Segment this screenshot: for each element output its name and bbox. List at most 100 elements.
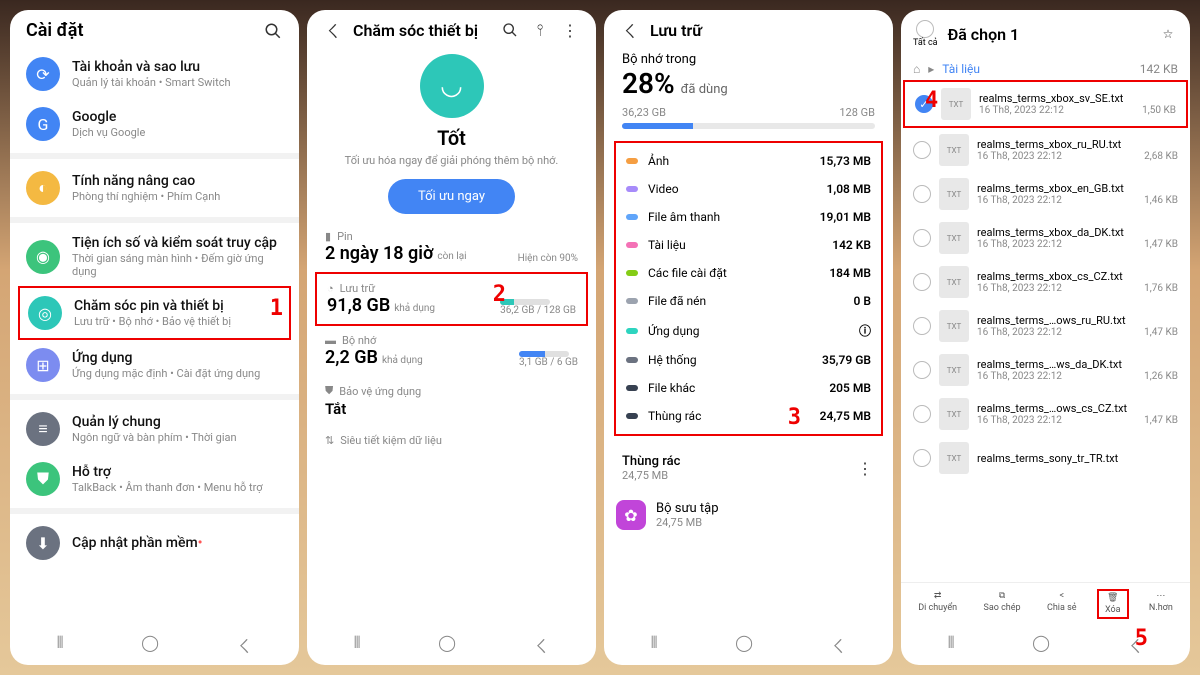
category-row[interactable]: Hệ thống35,79 GB — [622, 346, 875, 374]
more-icon[interactable]: ⋮ — [855, 458, 875, 478]
recents-icon[interactable]: ⦀ — [651, 633, 658, 657]
txt-file-icon: TXT — [939, 266, 969, 298]
file-checkbox[interactable] — [913, 317, 931, 335]
file-checkbox[interactable] — [913, 185, 931, 203]
nav-bar: ⦀ ◯ ㄑ — [10, 625, 299, 665]
data-saver-section[interactable]: ⇅Siêu tiết kiệm dữ liệu — [315, 426, 588, 455]
txt-file-icon: TXT — [939, 354, 969, 386]
file-row[interactable]: ✓TXTrealms_terms_xbox_sv_SE.txt16 Th8, 2… — [903, 80, 1188, 128]
home-icon[interactable]: ◯ — [735, 633, 753, 657]
breadcrumb: ⌂ ▸ Tài liệu 142 KB — [901, 58, 1190, 80]
crumb-link[interactable]: Tài liệu — [942, 62, 980, 76]
settings-item[interactable]: ⛊Hỗ trợTalkBack • Âm thanh đơn • Menu hỗ… — [18, 454, 291, 504]
header: ㄑ Chăm sóc thiết bị ⫯ ⋮ — [307, 10, 596, 48]
back-icon[interactable]: ㄑ — [323, 20, 343, 40]
percent-used: 28% — [622, 67, 675, 100]
category-row[interactable]: File đã nén0 B — [622, 287, 875, 315]
item-icon: ⟳ — [26, 57, 60, 91]
trash-title[interactable]: Thùng rác — [622, 454, 680, 469]
file-row[interactable]: TXTrealms_terms_…ws_da_DK.txt16 Th8, 202… — [903, 348, 1188, 392]
category-row[interactable]: File khác205 MB — [622, 374, 875, 402]
file-row[interactable]: TXTrealms_terms_…ows_ru_RU.txt16 Th8, 20… — [903, 304, 1188, 348]
storage-section[interactable]: ◔Lưu trữ 91,8 GB khả dụng 36,2 GB / 128 … — [315, 272, 588, 326]
txt-file-icon: TXT — [939, 310, 969, 342]
action-n.hơn[interactable]: ⋯N.hơn — [1143, 589, 1179, 619]
annotation-4: 4 — [925, 88, 938, 113]
action-xóa[interactable]: 🗑Xóa — [1097, 589, 1129, 619]
optimize-button[interactable]: Tối ưu ngay — [388, 179, 515, 214]
protect-section[interactable]: ⛊Bảo vệ ứng dụng Tắt — [315, 376, 588, 426]
color-dot — [626, 186, 638, 192]
settings-item[interactable]: GGoogleDịch vụ Google — [18, 99, 291, 149]
settings-item[interactable]: ≡Quản lý chungNgôn ngữ và bàn phím • Thờ… — [18, 404, 291, 454]
settings-item[interactable]: ⟳Tài khoản và sao lưuQuản lý tài khoản •… — [18, 49, 291, 99]
file-row[interactable]: TXTrealms_terms_xbox_cs_CZ.txt16 Th8, 20… — [903, 260, 1188, 304]
shield-icon: ⛊ — [325, 384, 333, 398]
star-icon[interactable]: ☆ — [1158, 24, 1178, 44]
file-checkbox[interactable] — [913, 405, 931, 423]
home-crumb-icon[interactable]: ⌂ — [913, 62, 920, 76]
header: Tất cả Đã chọn 1 ☆ — [901, 10, 1190, 58]
file-row[interactable]: TXTrealms_terms_xbox_da_DK.txt16 Th8, 20… — [903, 216, 1188, 260]
annotation-2: 2 — [493, 282, 506, 307]
item-icon: G — [26, 107, 60, 141]
annotation-5: 5 — [1135, 626, 1148, 651]
back-icon[interactable]: ㄑ — [236, 633, 252, 657]
file-row[interactable]: TXTrealms_terms_…ows_cs_CZ.txt16 Th8, 20… — [903, 392, 1188, 436]
settings-item[interactable]: ◎Chăm sóc pin và thiết bịLưu trữ • Bộ nh… — [18, 286, 291, 340]
storage-bar — [622, 123, 875, 129]
file-checkbox[interactable] — [913, 361, 931, 379]
data-icon: ⇅ — [325, 434, 334, 447]
txt-file-icon: TXT — [939, 222, 969, 254]
collection-item[interactable]: ✿ Bộ sưu tập 24,75 MB — [612, 492, 885, 538]
action-di chuyển[interactable]: ⇄Di chuyển — [912, 589, 963, 619]
back-icon[interactable]: ㄑ — [620, 20, 640, 40]
file-checkbox[interactable] — [913, 273, 931, 291]
file-row[interactable]: TXTrealms_terms_xbox_ru_RU.txt16 Th8, 20… — [903, 128, 1188, 172]
signal-icon[interactable]: ⫯ — [530, 20, 550, 40]
category-row[interactable]: Thùng rác24,75 MB — [622, 402, 875, 430]
recents-icon[interactable]: ⦀ — [948, 633, 955, 657]
category-row[interactable]: Ứng dụngⓘ — [622, 315, 875, 346]
more-icon[interactable]: ⋮ — [560, 20, 580, 40]
settings-item[interactable]: ◐Tính năng nâng caoPhòng thí nghiệm • Ph… — [18, 163, 291, 213]
action-sao chép[interactable]: ⧉Sao chép — [977, 589, 1026, 619]
settings-item[interactable]: ⬇Cập nhật phần mềm• — [18, 518, 291, 568]
category-row[interactable]: Các file cài đặt184 MB — [622, 259, 875, 287]
selection-title: Đã chọn 1 — [948, 25, 1148, 44]
nav-bar: ⦀ ◯ ㄑ — [307, 625, 596, 665]
settings-item[interactable]: ⊞Ứng dụngỨng dụng mặc định • Cài đặt ứng… — [18, 340, 291, 390]
file-row[interactable]: TXTrealms_terms_sony_tr_TR.txt — [903, 436, 1188, 480]
file-checkbox[interactable] — [913, 141, 931, 159]
category-row[interactable]: File âm thanh19,01 MB — [622, 203, 875, 231]
settings-item[interactable]: ◉Tiện ích số và kiểm soát truy cậpThời g… — [18, 227, 291, 286]
file-checkbox[interactable] — [913, 229, 931, 247]
search-icon[interactable] — [500, 20, 520, 40]
back-icon[interactable]: ㄑ — [533, 633, 549, 657]
file-row[interactable]: TXTrealms_terms_xbox_en_GB.txt16 Th8, 20… — [903, 172, 1188, 216]
status-sub: Tối ưu hóa ngay để giải phóng thêm bộ nh… — [315, 154, 588, 167]
file-checkbox[interactable] — [913, 449, 931, 467]
item-icon: ◎ — [28, 296, 62, 330]
search-icon[interactable] — [263, 21, 283, 41]
action-bar: 5 ⇄Di chuyển⧉Sao chép<Chia sẻ🗑Xóa⋯N.hơn — [901, 582, 1190, 625]
txt-file-icon: TXT — [939, 442, 969, 474]
select-all-checkbox[interactable] — [916, 20, 934, 38]
home-icon[interactable]: ◯ — [438, 633, 456, 657]
back-icon[interactable]: ㄑ — [830, 633, 846, 657]
home-icon[interactable]: ◯ — [141, 633, 159, 657]
battery-section[interactable]: ▮Pin 2 ngày 18 giờ còn lại Hiện còn 90% — [315, 222, 588, 272]
storage-icon: ◔ — [327, 282, 334, 295]
category-row[interactable]: Ảnh15,73 MB — [622, 147, 875, 175]
memory-section[interactable]: ▬Bộ nhớ 2,2 GB khả dụng 3,1 GB / 6 GB — [315, 326, 588, 376]
action-chia sẻ[interactable]: <Chia sẻ — [1041, 589, 1083, 619]
home-icon[interactable]: ◯ — [1032, 633, 1050, 657]
recents-icon[interactable]: ⦀ — [57, 633, 64, 657]
category-row[interactable]: Video1,08 MB — [622, 175, 875, 203]
action-icon: < — [1059, 591, 1064, 601]
gallery-icon: ✿ — [616, 500, 646, 530]
recents-icon[interactable]: ⦀ — [354, 633, 361, 657]
category-row[interactable]: Tài liệu142 KB — [622, 231, 875, 259]
nav-bar: ⦀ ◯ ㄑ — [604, 625, 893, 665]
color-dot — [626, 328, 638, 334]
